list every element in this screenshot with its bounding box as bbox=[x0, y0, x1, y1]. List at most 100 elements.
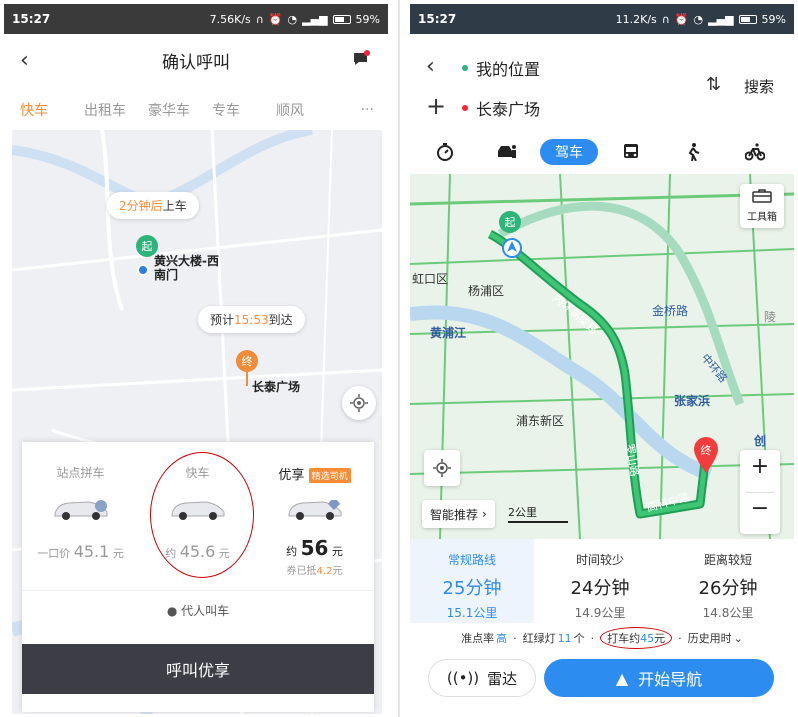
battery-icon bbox=[332, 14, 351, 24]
zoom-in-button[interactable]: + bbox=[740, 454, 780, 479]
tab-bike-icon[interactable] bbox=[740, 134, 770, 170]
route-option-regular[interactable]: 常规路线 25分钟 15.1公里 bbox=[410, 539, 534, 623]
swap-icon[interactable]: ⇅ bbox=[706, 74, 721, 95]
call-button[interactable]: 呼叫优享 bbox=[22, 644, 374, 694]
back-icon[interactable]: ‹ bbox=[426, 54, 435, 79]
search-button[interactable]: 搜索 bbox=[744, 76, 774, 97]
origin-text: 我的位置 bbox=[476, 60, 541, 79]
svg-text:起: 起 bbox=[505, 216, 516, 229]
highlight-annotation bbox=[150, 452, 254, 578]
option-name-text: 优享 bbox=[278, 468, 305, 483]
tab-walk-icon[interactable] bbox=[678, 134, 708, 170]
end-location-label: 长泰广场 bbox=[252, 380, 301, 394]
tab-timer-icon[interactable] bbox=[430, 134, 460, 170]
scale-bar bbox=[508, 521, 568, 523]
header: ‹ 确认呼叫 bbox=[4, 34, 388, 86]
start-pin-icon: 起 bbox=[499, 211, 522, 258]
option-price: 约 56 元 bbox=[256, 536, 373, 560]
tab-luxury[interactable]: 豪华车 bbox=[148, 100, 212, 120]
price-unit: 元 bbox=[331, 545, 343, 558]
walk-icon bbox=[688, 143, 700, 161]
start-label-line1: 黄兴大楼-西 bbox=[154, 254, 219, 268]
origin-dot bbox=[462, 65, 468, 71]
navigation-arrow-icon: ▲ bbox=[615, 668, 629, 688]
route-options: 常规路线 25分钟 15.1公里 时间较少 24分钟 14.9公里 距离较短 2… bbox=[410, 539, 794, 623]
signal-icon: ▂▄▆ bbox=[708, 12, 734, 26]
locate-button[interactable] bbox=[342, 386, 376, 420]
radar-button[interactable]: ((•)) 雷达 bbox=[428, 659, 536, 697]
locate-icon bbox=[433, 459, 451, 477]
status-bar: 15:27 7.56K/s ∩ ⏰ ◔ ▂▄▆ 59% bbox=[4, 4, 388, 34]
route-time: 24分钟 bbox=[570, 578, 630, 599]
bike-icon bbox=[745, 143, 765, 161]
map-label-hongkou: 虹口区 bbox=[412, 272, 449, 286]
alarm-icon: ⏰ bbox=[674, 12, 689, 26]
zoom-out-button[interactable]: − bbox=[740, 496, 780, 521]
smart-recommend-button[interactable]: 智能推荐 › bbox=[422, 500, 495, 528]
toolbox-button[interactable]: 工具箱 bbox=[740, 184, 784, 228]
map-scale: 2公里 bbox=[508, 504, 568, 523]
coupon-prefix: 券已抵 bbox=[286, 566, 317, 577]
route-distance: 14.9公里 bbox=[574, 606, 626, 620]
route-planning-screen: 15:27 11.2K/s ∩ ⏰ ◔ ▂▄▆ 59% ‹ + 我的位置 长泰广… bbox=[410, 4, 794, 714]
start-navigation-label: 开始导航 bbox=[638, 670, 703, 689]
bus-icon bbox=[624, 144, 638, 158]
route-distance: 14.8公里 bbox=[702, 606, 754, 620]
ride-confirm-screen: 15:27 7.56K/s ∩ ⏰ ◔ ▂▄▆ 59% ‹ 确认呼叫 快车 出租… bbox=[4, 4, 388, 714]
end-pin-icon: 终 bbox=[694, 437, 718, 473]
status-bar: 15:27 11.2K/s ∩ ⏰ ◔ ▂▄▆ 59% bbox=[410, 4, 794, 34]
lights-suffix: 个 bbox=[573, 632, 585, 645]
divider bbox=[22, 590, 374, 591]
proxy-call-link[interactable]: ● 代人叫车 bbox=[22, 602, 374, 619]
tab-taxi[interactable]: 出租车 bbox=[84, 100, 148, 120]
tab-drive[interactable]: 驾车 bbox=[540, 139, 598, 165]
origin-field[interactable]: 我的位置 bbox=[462, 56, 540, 80]
back-icon[interactable]: ‹ bbox=[20, 48, 29, 73]
route-option-shorter[interactable]: 距离较短 26分钟 14.8公里 bbox=[666, 539, 790, 623]
car-icon bbox=[54, 500, 107, 520]
tab-carpool[interactable]: 顺风 bbox=[276, 100, 340, 120]
option-premium[interactable]: 优享 精选司机 约 56 元 券已抵4.2元 bbox=[256, 442, 373, 592]
tab-taxi-icon[interactable] bbox=[492, 134, 522, 170]
locate-icon bbox=[350, 394, 368, 412]
battery-icon bbox=[738, 14, 757, 24]
route-map[interactable]: 虹口区 杨浦区 黄浦江 浦东新区 金桥路 张家浜 内环高架路 罗山路 高科中路 … bbox=[410, 174, 794, 539]
history-time-link[interactable]: 历史用时 bbox=[688, 630, 732, 646]
wifi-icon: ◔ bbox=[693, 12, 704, 26]
chevron-down-icon[interactable]: ⌄ bbox=[734, 632, 743, 645]
page-title: 确认呼叫 bbox=[162, 52, 230, 73]
svg-text:起: 起 bbox=[142, 240, 153, 253]
destination-field[interactable]: 长泰广场 bbox=[462, 96, 540, 120]
panel-divider bbox=[398, 0, 400, 717]
tab-express[interactable]: 快车 bbox=[20, 100, 84, 120]
ride-options-card: 站点拼车 一口价 45.1 元 快车 约 45.6 元 优享 精选司机 约 56… bbox=[22, 442, 374, 712]
accuracy-value: 高 bbox=[496, 632, 508, 645]
map-label-pudong: 浦东新区 bbox=[516, 414, 565, 428]
route-time: 26分钟 bbox=[698, 578, 758, 599]
route-option-faster[interactable]: 时间较少 24分钟 14.9公里 bbox=[538, 539, 662, 623]
chevron-right-icon: › bbox=[482, 507, 487, 521]
wifi-icon: ◔ bbox=[287, 12, 298, 26]
tab-premier[interactable]: 专车 bbox=[212, 100, 276, 120]
message-icon[interactable] bbox=[352, 50, 370, 68]
taxi-value: 45 bbox=[640, 632, 655, 645]
eta-time: 15:53 bbox=[234, 313, 269, 327]
price-unit: 元 bbox=[112, 547, 124, 560]
map-label-zhangjiabang: 张家浜 bbox=[674, 394, 711, 408]
status-time: 15:27 bbox=[12, 12, 51, 26]
eta-bubble: 预计15:53到达 bbox=[198, 306, 305, 333]
eta-prefix: 预计 bbox=[210, 313, 235, 327]
network-speed: 11.2K/s bbox=[615, 12, 657, 26]
taxi-suffix: 元 bbox=[654, 632, 666, 645]
start-navigation-button[interactable]: ▲ 开始导航 bbox=[544, 659, 774, 697]
option-carpool[interactable]: 站点拼车 一口价 45.1 元 bbox=[22, 442, 139, 592]
coupon-suffix: 元 bbox=[332, 566, 343, 577]
headphone-icon: ∩ bbox=[661, 12, 670, 26]
locate-button[interactable] bbox=[424, 450, 460, 486]
map-roads bbox=[410, 174, 794, 539]
smart-recommend-label: 智能推荐 bbox=[430, 507, 479, 522]
more-tabs-icon[interactable]: ··· bbox=[361, 102, 374, 118]
map-label-ling: 陵 bbox=[764, 310, 777, 324]
tab-bus-icon[interactable] bbox=[616, 134, 646, 170]
add-waypoint-icon[interactable]: + bbox=[426, 92, 446, 120]
